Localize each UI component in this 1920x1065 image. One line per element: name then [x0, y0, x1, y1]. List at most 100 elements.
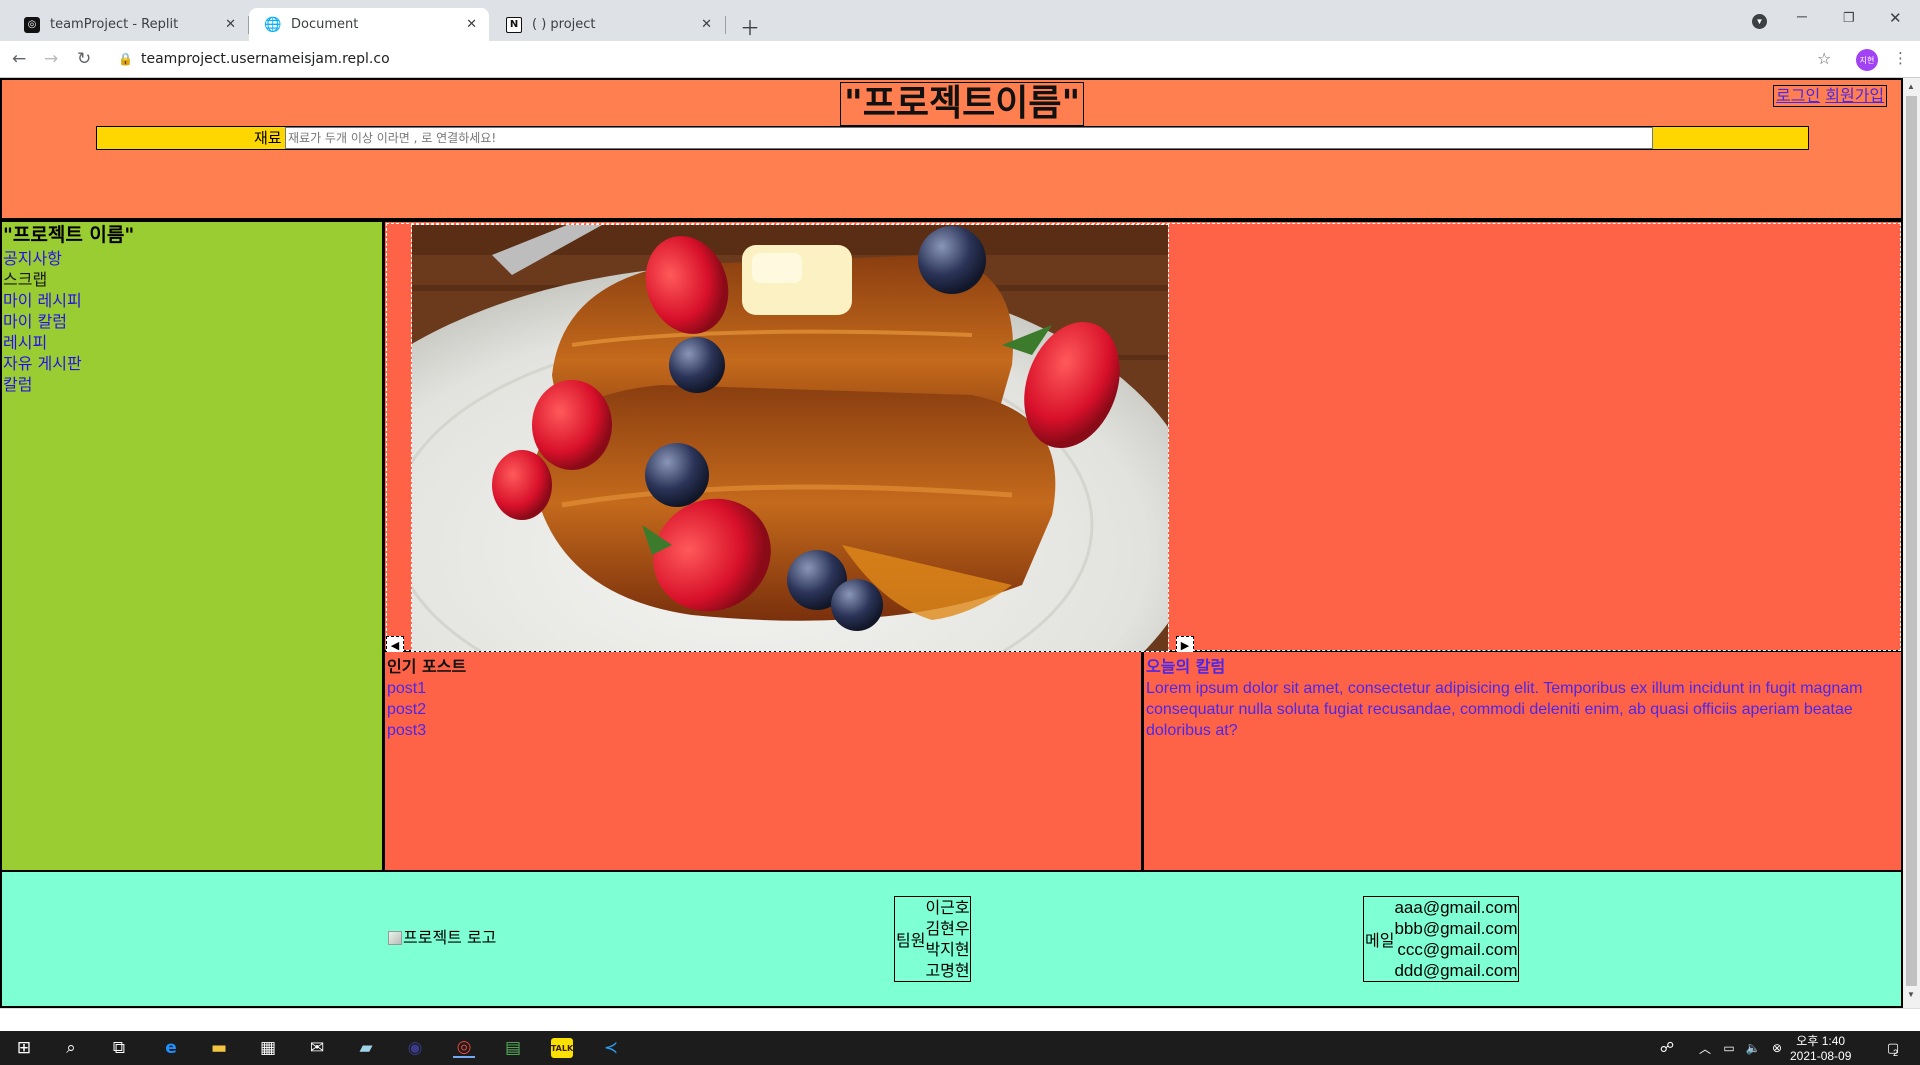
signup-link[interactable]: 회원가입 [1825, 86, 1884, 105]
sidebar-item-notice[interactable]: 공지사항 [3, 248, 82, 269]
edge-browser-icon[interactable]: e [160, 1038, 182, 1058]
team-member: 고명현 [925, 961, 970, 980]
broken-image-icon [388, 931, 402, 945]
team-label: 팀원 [896, 931, 926, 950]
url-field[interactable]: teamproject.usernameisjam.repl.co [141, 51, 390, 67]
windows-taskbar: ⊞ ⌕ ⧉ e ▬ ▦ ✉ ▰ ◉ ◎ ▤ TALK ≺ ☍ ︿ ▭ 🔈 ⊗ 오… [0, 1031, 1920, 1065]
sidebar-item-column[interactable]: 칼럼 [3, 374, 82, 395]
email-address: ccc@gmail.com [1397, 940, 1518, 959]
popular-posts-panel: 인기 포스트 post1 post2 post3 [384, 652, 1143, 872]
globe-icon: 🌐 [264, 16, 282, 33]
tab-document[interactable]: 🌐 Document ✕ [249, 8, 489, 41]
close-tab-icon[interactable]: ✕ [466, 17, 477, 32]
sidebar-nav: 공지사항 스크랩 마이 레시피 마이 칼럼 레시피 자유 게시판 칼럼 [3, 248, 82, 395]
page-viewport: "프로젝트이름" 로그인 회원가입 재료 "프로젝트 이름" 공지사항 스크랩 … [0, 78, 1903, 1008]
sidebar-item-free-board[interactable]: 자유 게시판 [3, 353, 82, 374]
network-icon[interactable]: ▭ [1718, 1038, 1740, 1058]
file-explorer-icon[interactable]: ▬ [208, 1038, 230, 1058]
volume-icon[interactable]: 🔈 [1742, 1038, 1764, 1058]
sidebar-item-my-recipe[interactable]: 마이 레시피 [3, 290, 82, 311]
media-app-icon[interactable]: ▤ [502, 1038, 524, 1058]
sidebar-item-my-column[interactable]: 마이 칼럼 [3, 311, 82, 332]
tray-expand-icon[interactable]: ︿ [1694, 1038, 1716, 1058]
browser-menu-icon[interactable]: ⋮ [1893, 49, 1908, 67]
eclipse-icon[interactable]: ◉ [404, 1038, 426, 1058]
todays-column-text[interactable]: Lorem ipsum dolor sit amet, consectetur … [1146, 678, 1900, 741]
system-clock[interactable]: 오후 1:40 2021-08-09 [1790, 1034, 1851, 1064]
ingredient-search-input[interactable] [285, 127, 1653, 149]
french-toast-image [412, 225, 1168, 651]
email-address: aaa@gmail.com [1394, 898, 1518, 917]
profile-avatar[interactable]: 지현 [1856, 49, 1878, 71]
new-tab-button[interactable]: ＋ [740, 12, 760, 41]
sidebar-item-recipe[interactable]: 레시피 [3, 332, 82, 353]
kakaotalk-icon[interactable]: TALK [551, 1038, 573, 1058]
sidebar-item-scrap[interactable]: 스크랩 [3, 269, 82, 290]
tab-search-icon[interactable]: ▼ [1752, 14, 1767, 29]
window-close-icon[interactable]: ✕ [1889, 9, 1902, 27]
page-scrollbar[interactable]: ▲ ▼ [1903, 78, 1920, 1008]
browser-tab-bar: ◎ teamProject - Replit ✕ 🌐 Document ✕ N … [0, 0, 1920, 41]
image-carousel: ◀ ▶ [384, 220, 1903, 654]
popular-posts-title: 인기 포스트 [387, 657, 467, 676]
tab-title: Document [291, 17, 359, 32]
post-link[interactable]: post3 [387, 720, 426, 741]
search-icon[interactable]: ⌕ [60, 1038, 82, 1058]
logo-alt-text: 프로젝트 로고 [403, 928, 497, 947]
team-members-list: 이근호 김현우 박지현 고명현 [925, 897, 969, 981]
reload-icon[interactable]: ↻ [77, 49, 91, 69]
page-footer: 프로젝트 로고 팀원 이근호 김현우 박지현 고명현 메일 aaa@gmail.… [0, 872, 1903, 1008]
close-tab-icon[interactable]: ✕ [701, 17, 712, 32]
clock-time: 오후 1:40 [1796, 1034, 1846, 1048]
auth-links: 로그인 회원가입 [1773, 85, 1888, 107]
bookmark-star-icon[interactable]: ☆ [1817, 49, 1831, 68]
email-box: 메일 aaa@gmail.com bbb@gmail.com ccc@gmail… [1363, 896, 1519, 982]
tab-replit[interactable]: ◎ teamProject - Replit ✕ [8, 8, 248, 41]
post-link[interactable]: post2 [387, 699, 426, 720]
mail-icon[interactable]: ✉ [306, 1038, 328, 1058]
post-link[interactable]: post1 [387, 678, 426, 699]
email-address: ddd@gmail.com [1394, 961, 1518, 980]
tab-title: teamProject - Replit [50, 17, 179, 32]
tab-project[interactable]: N ( ) project ✕ [490, 8, 724, 41]
team-member: 박지현 [925, 940, 970, 959]
back-icon[interactable]: ← [12, 49, 26, 69]
clock-date: 2021-08-09 [1790, 1049, 1852, 1063]
people-icon[interactable]: ☍ [1656, 1038, 1678, 1058]
tab-separator [725, 16, 726, 34]
notes-icon[interactable]: ▰ [355, 1038, 377, 1058]
page-title: "프로젝트이름" [840, 82, 1085, 126]
chrome-icon[interactable]: ◎ [453, 1037, 475, 1058]
address-bar-row: ← → ↻ 🔒 teamproject.usernameisjam.repl.c… [0, 41, 1920, 78]
close-tab-icon[interactable]: ✕ [225, 17, 236, 32]
scroll-down-icon[interactable]: ▼ [1907, 990, 1915, 999]
lock-icon[interactable]: 🔒 [118, 52, 133, 66]
search-label: 재료 [254, 129, 282, 147]
minimize-icon[interactable]: ─ [1797, 8, 1807, 24]
team-members-box: 팀원 이근호 김현우 박지현 고명현 [894, 896, 971, 982]
login-link[interactable]: 로그인 [1776, 86, 1820, 105]
replit-icon: ◎ [24, 16, 40, 33]
windows-start-icon[interactable]: ⊞ [13, 1038, 35, 1058]
error-status-icon[interactable]: ⊗ [1766, 1038, 1788, 1058]
restore-icon[interactable]: ❐ [1843, 10, 1855, 26]
download-shelf [0, 1008, 1920, 1031]
todays-column-title[interactable]: 오늘의 칼럼 [1146, 657, 1225, 677]
notion-icon: N [506, 16, 522, 33]
email-address: bbb@gmail.com [1394, 919, 1518, 938]
tab-title: ( ) project [532, 17, 596, 32]
ingredient-search-bar: 재료 [96, 126, 1809, 150]
store-icon[interactable]: ▦ [257, 1038, 279, 1058]
project-logo: 프로젝트 로고 [388, 928, 496, 948]
forward-icon[interactable]: → [44, 49, 58, 69]
scrollbar-thumb[interactable] [1906, 96, 1917, 986]
team-member: 김현우 [925, 919, 970, 938]
team-member: 이근호 [925, 898, 970, 917]
sidebar-title: "프로젝트 이름" [3, 224, 135, 246]
vscode-icon[interactable]: ≺ [600, 1038, 622, 1058]
page-header: "프로젝트이름" 로그인 회원가입 재료 [0, 78, 1903, 220]
scroll-up-icon[interactable]: ▲ [1907, 82, 1915, 91]
task-view-icon[interactable]: ⧉ [108, 1038, 130, 1058]
email-list: aaa@gmail.com bbb@gmail.com ccc@gmail.co… [1394, 897, 1517, 981]
todays-column-panel: 오늘의 칼럼 Lorem ipsum dolor sit amet, conse… [1143, 652, 1903, 872]
